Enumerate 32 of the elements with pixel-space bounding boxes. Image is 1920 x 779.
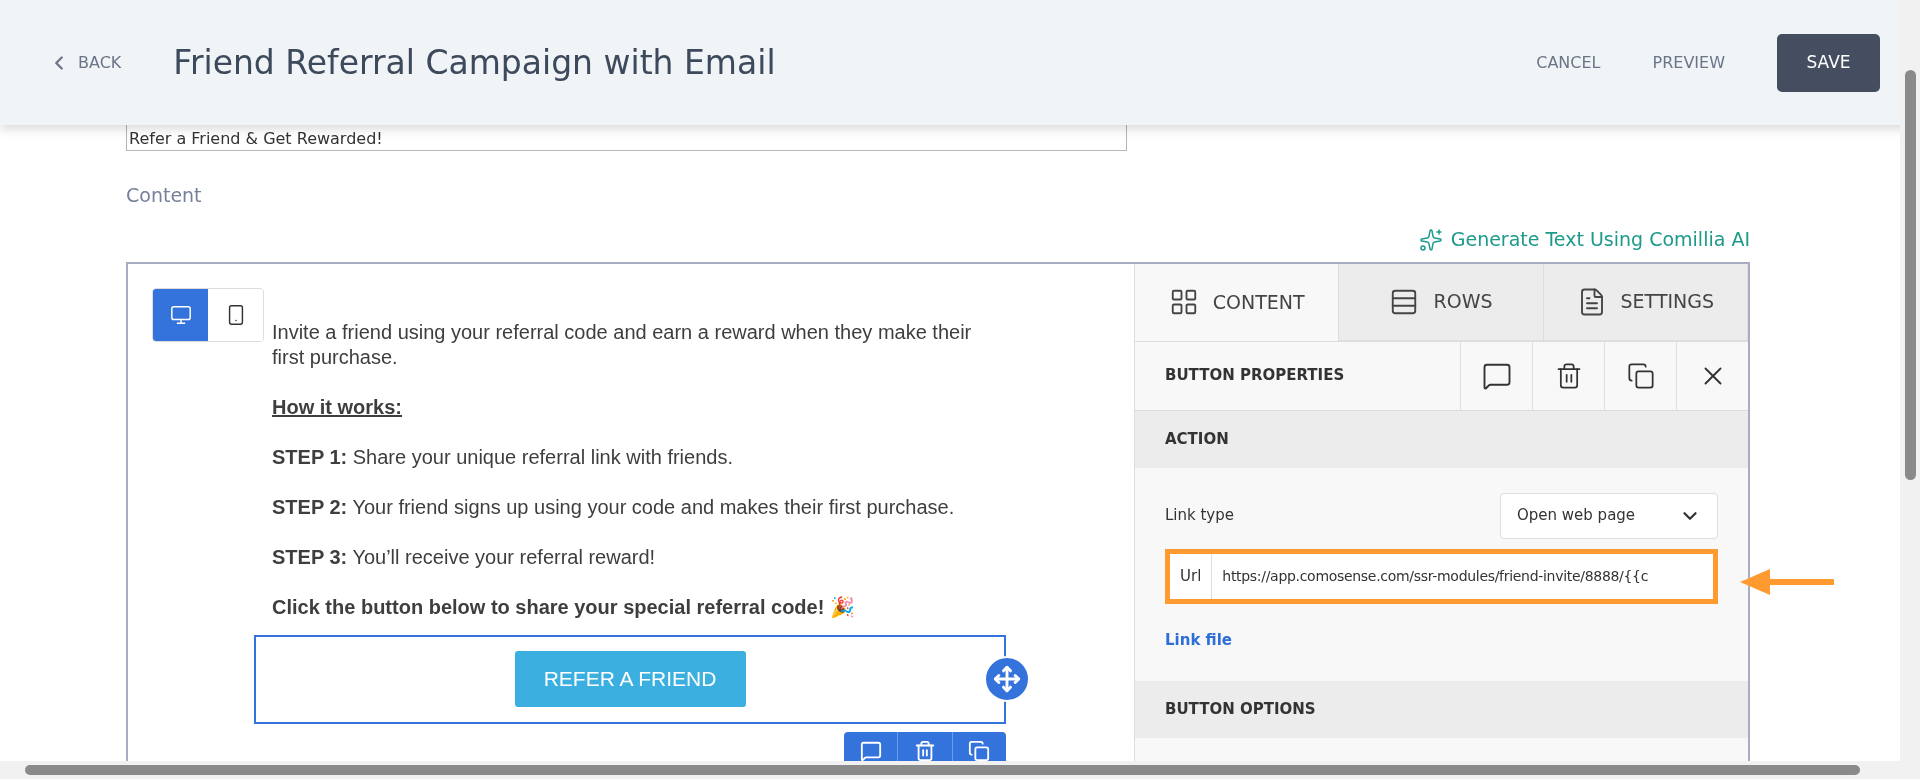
email-paragraph: Invite a friend using your referral code and earn a reward when they make their first purchase. xyxy=(272,319,972,370)
url-field[interactable]: Url https://app.comosense.com/ssr-modules/friend-invite/8888/{{c xyxy=(1165,548,1718,604)
section-header: ACTION xyxy=(1135,410,1748,468)
email-paragraph: STEP 2: Your friend signs up using your code and makes their first purchase. xyxy=(272,494,955,520)
delete-icon xyxy=(914,739,936,762)
page-title: Friend Referral Campaign with Email xyxy=(173,41,776,84)
copy-icon xyxy=(1626,361,1655,390)
section-header: BUTTON OPTIONS xyxy=(1135,681,1748,738)
comment-icon xyxy=(859,739,882,762)
link-file-link[interactable]: Link file xyxy=(1165,628,1232,651)
back-button[interactable]: BACK xyxy=(48,50,122,75)
email-paragraph: Click the button below to share your special referral code! 🎉 xyxy=(272,594,855,620)
email-paragraph: STEP 1: Share your unique referral link with friends. xyxy=(272,444,733,470)
url-label: Url xyxy=(1170,553,1213,599)
link-type-dropdown[interactable]: Open web page xyxy=(1500,492,1718,539)
sparkle-icon xyxy=(1418,227,1443,252)
panel-tab[interactable]: ROWS xyxy=(1339,263,1544,341)
header-link[interactable]: CANCEL xyxy=(1536,50,1601,75)
content-label: Content xyxy=(126,183,202,208)
panel-tab[interactable]: SETTINGS xyxy=(1543,263,1748,341)
url-value: https://app.comosense.com/ssr-modules/friend-invite/8888/{{c xyxy=(1221,566,1649,586)
link-type-label: Link type xyxy=(1165,505,1234,527)
header-link[interactable]: PREVIEW xyxy=(1652,50,1725,75)
section-heading: How it works: xyxy=(272,394,402,420)
email-paragraph: STEP 3: You’ll receive your referral reward! xyxy=(272,544,656,570)
copy-icon xyxy=(968,739,991,762)
panel-title: BUTTON PROPERTIES xyxy=(1164,365,1346,387)
save-button[interactable]: SAVE xyxy=(1777,33,1880,92)
subject-field[interactable]: Refer a Friend & Get Rewarded! xyxy=(126,125,1127,151)
desktop-view-button[interactable] xyxy=(153,288,208,341)
monitor-icon xyxy=(169,303,192,326)
move-icon xyxy=(993,664,1021,693)
